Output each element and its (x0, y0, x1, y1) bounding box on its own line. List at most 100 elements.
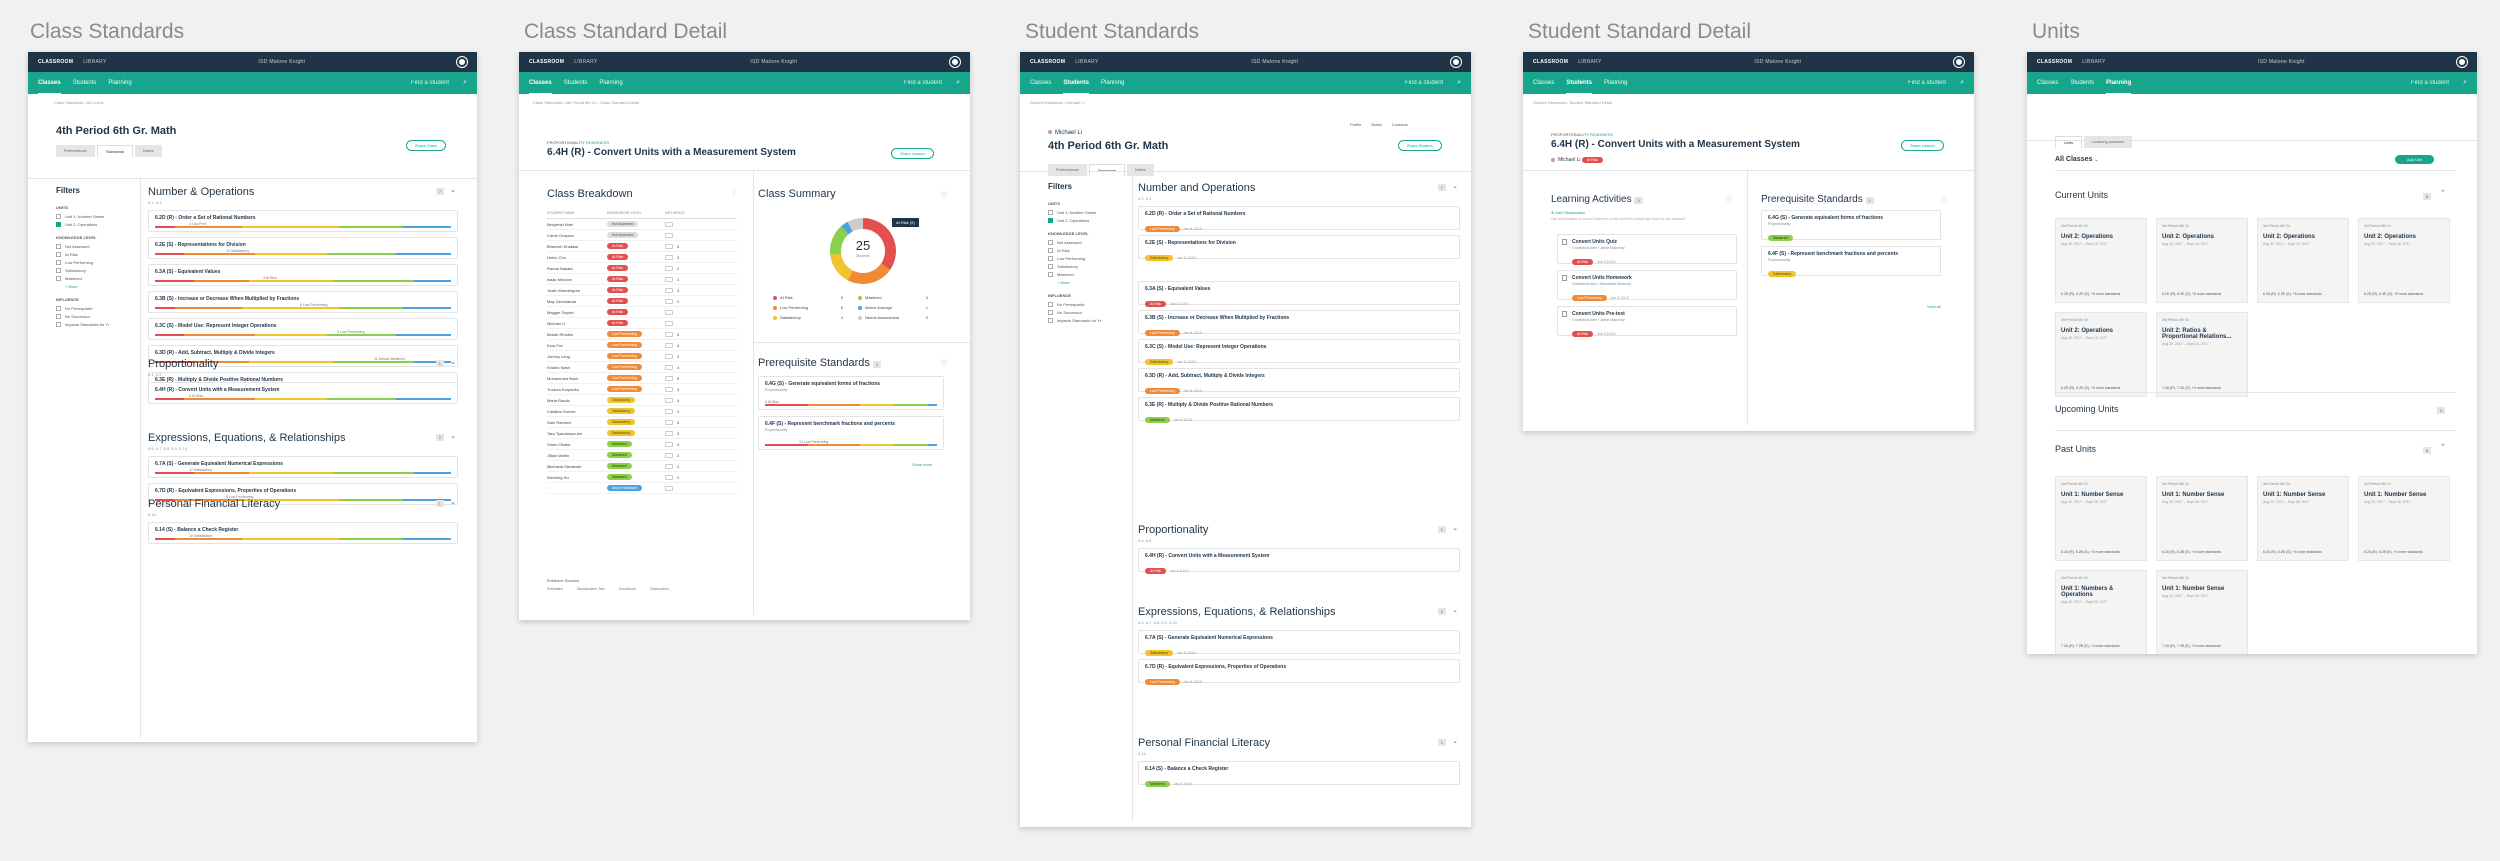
student-name[interactable]: Michaela Slezanski (547, 464, 607, 469)
tab-classes[interactable]: Classes (38, 73, 61, 94)
search-icon[interactable]: ⌕ (463, 79, 467, 87)
add-observation-link[interactable]: ⊕ Add Observation (1551, 210, 1585, 215)
tab-standards[interactable]: Standards (96, 145, 134, 157)
prerequisite-card[interactable]: 6.4G (S) - Generate equivalent forms of … (1761, 210, 1941, 241)
table-row[interactable]: Trudora Kurpanko Low Performing 3 (547, 384, 737, 395)
student-name[interactable]: Sam Ramirez (547, 420, 607, 425)
info-icon[interactable]: ⓘ (941, 190, 947, 199)
find-student-input[interactable]: Find a student (1908, 80, 1946, 86)
tab-students[interactable]: Students (1566, 73, 1593, 94)
chevron-down-icon[interactable]: ⌄ (1452, 606, 1458, 614)
filter-unit-2[interactable]: Unit 2: Operations (56, 222, 126, 227)
student-name[interactable]: May Zammanda (547, 299, 607, 304)
standard-card[interactable]: 6.2D (R) - Order a Set of Rational Numbe… (1138, 206, 1460, 232)
info-icon[interactable]: ⓘ (941, 358, 947, 367)
table-row[interactable]: Tara Tyandunpa Ani Satisfactory 3 (547, 428, 737, 439)
user-avatar-icon[interactable] (457, 57, 467, 67)
breadcrumb[interactable]: Student Standards / Michael Li (1020, 94, 1471, 111)
unit-tile[interactable]: 3rd Period 6th Gr. Unit 2: Operations Aug … (2156, 218, 2248, 303)
class-selector[interactable]: All Classes ⌄ (2055, 156, 2099, 163)
standard-card[interactable]: 6.14 (S) - Balance a Check Register 10 Sa… (148, 522, 458, 544)
tab-planning[interactable]: Planning (599, 73, 622, 93)
table-row[interactable]: Michael Li At Risk (547, 318, 737, 329)
contacts-link[interactable]: Contacts (1392, 122, 1408, 127)
student-name[interactable]: Owen Okafor (547, 442, 607, 447)
table-row[interactable]: May Zammanda At Risk 2 (547, 296, 737, 307)
table-row[interactable]: Michaela Slezanski Mastered 2 (547, 461, 737, 472)
tab-students[interactable]: Students (73, 73, 97, 93)
brand-classroom[interactable]: CLASSROOM (2037, 59, 2072, 65)
library-link[interactable]: LIBRARY (1578, 59, 1601, 65)
table-row[interactable]: Catalina Gomez Satisfactory 2 (547, 406, 737, 417)
tab-planning[interactable]: Planning (1101, 73, 1124, 93)
filter-not-assessed[interactable]: Not Assessed (1048, 240, 1118, 245)
student-name[interactable]: Mohammed Bosh (547, 376, 607, 381)
chevron-down-icon[interactable]: ⌄ (450, 498, 456, 506)
more-icon[interactable]: ⋮ (731, 190, 737, 197)
unit-tile[interactable]: 3rd Period 6th Gr. Unit 2: Operations Aug … (2055, 218, 2147, 303)
show-more-link[interactable]: Show more (912, 462, 932, 467)
standard-card[interactable]: 6.3A (S) - Equivalent Values At Risk Jan 8… (1138, 281, 1460, 307)
standard-card[interactable]: 6.3E (R) - Multiply & Divide Positive Ra… (1138, 397, 1460, 423)
tab-learning-activities[interactable]: Learning Activities (2084, 136, 2133, 148)
share-lesson-button[interactable]: Share Lesson (1901, 140, 1944, 151)
chevron-down-icon[interactable]: ⌄ (450, 432, 456, 440)
library-link[interactable]: LIBRARY (83, 59, 106, 65)
search-icon[interactable]: ⌕ (1960, 79, 1964, 87)
standard-card[interactable]: 6.3B (S) - Increase or Decrease When Mul… (1138, 310, 1460, 336)
brand-classroom[interactable]: CLASSROOM (38, 59, 73, 65)
tab-planning[interactable]: Planning (2106, 73, 2132, 94)
unit-tile[interactable]: 3rd Period 6th Gr. Unit 2: Operations Aug … (2055, 312, 2147, 397)
student-name[interactable]: Tara Tyandunpa Ani (547, 431, 607, 436)
strand-title[interactable]: Proportionality (148, 358, 458, 370)
student-name[interactable]: Isaac Moncon (547, 277, 607, 282)
student-name[interactable]: Randa Nakata (547, 266, 607, 271)
unit-tile[interactable]: 3rd Period 6th Gr. Unit 2: Ratios & Propo… (2156, 312, 2248, 397)
student-name[interactable]: Bhavesh Shakkar (547, 244, 607, 249)
filter-unit-1[interactable]: Unit 1: Number Sense (56, 214, 126, 219)
table-row[interactable]: Sam Ramirez Satisfactory 3 (547, 417, 737, 428)
unit-tile[interactable]: 3rd Period 6th Gr. Unit 1: Number Sense Au… (2358, 476, 2450, 561)
learning-activity-card[interactable]: Convert Units Pre-test Gradebook Item | J… (1557, 306, 1737, 337)
breadcrumb[interactable]: Class Standards / All Levels (28, 94, 477, 111)
unit-tile[interactable]: 3rd Period 6th Gr. Unit 1: Number Sense Au… (2055, 476, 2147, 561)
info-icon[interactable]: ⓘ (1726, 195, 1732, 204)
filter-more-link[interactable]: + More (1048, 280, 1118, 285)
standard-card[interactable]: 6.2D (R) - Order a Set of Rational Numbe… (148, 210, 458, 232)
tab-performance[interactable]: Performance (56, 145, 95, 157)
tab-classes[interactable]: Classes (529, 73, 552, 94)
library-link[interactable]: LIBRARY (1075, 59, 1098, 65)
user-avatar-icon[interactable] (2457, 57, 2467, 67)
breadcrumb[interactable]: Class Standards / 6th Period 6th Gr. / C… (519, 94, 970, 111)
student-name[interactable]: Carrie Grayson (547, 233, 607, 238)
tab-planning[interactable]: Planning (108, 73, 131, 93)
student-name[interactable]: Khaled Nasri (547, 365, 607, 370)
table-row[interactable]: Johnny Leng Low Performing 3 (547, 351, 737, 362)
student-name[interactable]: Benjamin Noel (547, 222, 607, 227)
tab-standards[interactable]: Standards (1088, 164, 1126, 176)
filter-satisfactory[interactable]: Satisfactory (1048, 264, 1118, 269)
strand-title[interactable]: Expressions, Equations, & Relationships (1138, 606, 1460, 618)
student-name[interactable]: Jillian Martin (547, 453, 607, 458)
filter-group-knowledge[interactable]: KNOWLEDGE LEVEL (56, 235, 126, 240)
table-row[interactable]: Khaled Nasri Low Performing 4 (547, 362, 737, 373)
unit-tile[interactable]: 3rd Period 6th Gr. Unit 2: Operations Aug … (2358, 218, 2450, 303)
filter-group-units[interactable]: UNITS (56, 205, 126, 210)
filter-impacts-standards[interactable]: Impacts Standards for Yr (1048, 318, 1118, 323)
standard-card[interactable]: 6.7D (R) - Equivalent Expressions, Prope… (1138, 659, 1460, 685)
strand-title[interactable]: Personal Financial Literacy (1138, 737, 1460, 749)
tab-students[interactable]: Students (564, 73, 588, 93)
add-unit-button[interactable]: Add Unit (2395, 155, 2435, 164)
find-student-input[interactable]: Find a student (904, 80, 942, 86)
chevron-up-icon[interactable]: ⌃ (2440, 443, 2446, 451)
brand-classroom[interactable]: CLASSROOM (529, 59, 564, 65)
table-row[interactable]: Ezra Fox Low Performing 4 (547, 340, 737, 351)
filter-group-influence[interactable]: INFLUENCE (1048, 293, 1118, 298)
table-row[interactable]: Bhavesh Shakkar At Risk 3 (547, 241, 737, 252)
tab-students[interactable]: Students (2070, 73, 2094, 93)
standard-card[interactable]: 6.2E (S) - Representations for Division 1… (148, 237, 458, 259)
table-row[interactable]: Bekah Rhodes Low Performing 3 (547, 329, 737, 340)
tab-classes[interactable]: Classes (1030, 73, 1051, 93)
filter-group-knowledge[interactable]: KNOWLEDGE LEVEL (1048, 231, 1118, 236)
profile-link[interactable]: Profile (1350, 122, 1361, 127)
